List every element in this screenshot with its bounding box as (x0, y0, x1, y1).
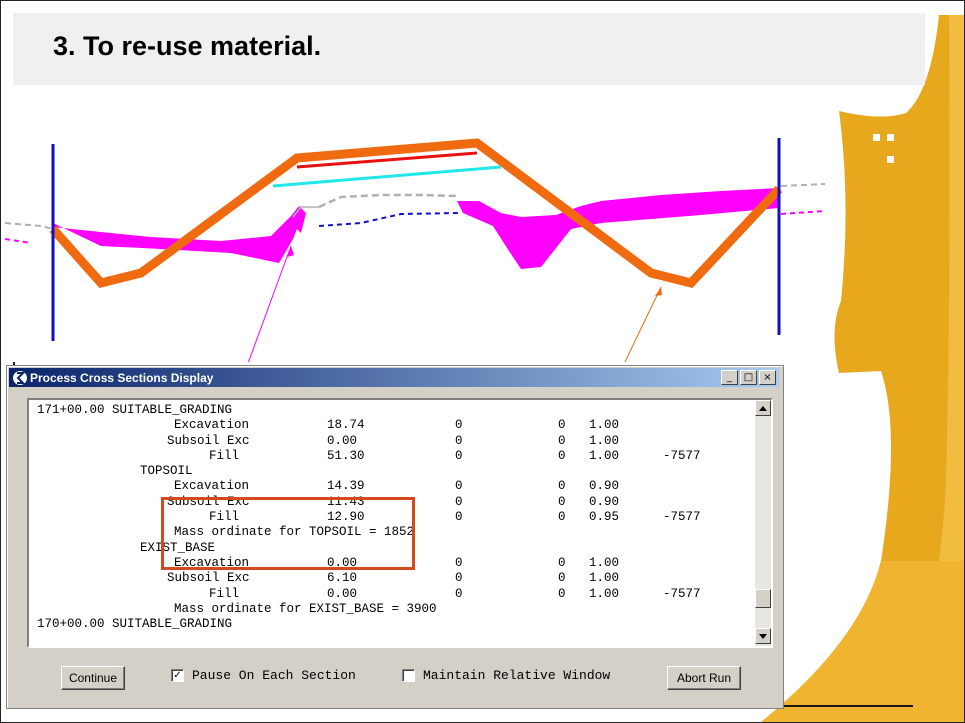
maintain-checkbox-label: Maintain Relative Window (423, 668, 611, 683)
report-cell: 0 (455, 571, 463, 586)
report-cell: 1.00 (589, 448, 620, 463)
report-cell: -7577 (663, 586, 701, 601)
report-cell: 0 (455, 448, 463, 463)
report-cell: 0.00 (327, 586, 358, 601)
maintain-checkbox[interactable]: Maintain Relative Window (402, 668, 610, 683)
report-cell: -7577 (663, 448, 701, 463)
report-cell: 1.00 (589, 433, 620, 448)
report-cell: 18.74 (327, 418, 365, 433)
report-cell: 1.00 (589, 571, 620, 586)
report-cell: 0 (455, 418, 463, 433)
report-cell: 0 (558, 479, 566, 494)
minimize-button[interactable]: _ (721, 370, 738, 385)
report-cell: 0.00 (327, 433, 358, 448)
report-cell: 0 (558, 494, 566, 509)
report-cell: 1.00 (589, 586, 620, 601)
report-cell: 0 (455, 510, 463, 525)
report-cell: 170+00.00 SUITABLE_GRADING (37, 617, 233, 632)
report-cell: 0 (455, 555, 463, 570)
continue-button[interactable]: Continue (61, 666, 125, 690)
report-cell: 51.30 (327, 448, 365, 463)
dialog-button-bar: Continue ✓ Pause On Each Section Maintai… (7, 656, 783, 696)
maximize-button[interactable]: □ (740, 370, 757, 385)
topsoil-highlight-box (161, 497, 415, 570)
report-cell: 0 (455, 433, 463, 448)
report-listbox[interactable]: 171+00.00 SUITABLE_GRADING Excavation 18.7… (27, 398, 773, 648)
report-cell: 0 (455, 494, 463, 509)
report-cell: 1.00 (589, 418, 620, 433)
vertical-scrollbar[interactable] (755, 400, 771, 646)
decorative-dots (873, 134, 905, 170)
pause-checkbox-box[interactable]: ✓ (171, 669, 184, 682)
cross-section-drawing (5, 87, 825, 362)
scroll-up-icon[interactable] (755, 400, 771, 416)
pause-checkbox-label: Pause On Each Section (192, 668, 356, 683)
report-cell: 0 (558, 586, 566, 601)
report-cell: 0.90 (589, 494, 620, 509)
slide-title: 3. To re-use material. (53, 31, 322, 61)
report-cell: Subsoil Exc (167, 433, 250, 448)
report-cell: Fill (209, 586, 240, 601)
scroll-thumb[interactable] (755, 589, 771, 608)
report-cell: 0 (558, 555, 566, 570)
report-cell: 6.10 (327, 571, 358, 586)
maintain-checkbox-box[interactable] (402, 669, 415, 682)
report-cell: 0 (455, 479, 463, 494)
report-cell: 1.00 (589, 555, 620, 570)
report-cell: Subsoil Exc (167, 571, 250, 586)
app-icon (12, 370, 28, 386)
scroll-down-icon[interactable] (755, 628, 771, 644)
report-cell: 0.95 (589, 510, 620, 525)
report-cell: Fill (209, 448, 240, 463)
report-cell: Excavation (174, 418, 250, 433)
pause-checkbox[interactable]: ✓ Pause On Each Section (171, 668, 356, 683)
report-cell: 0 (558, 418, 566, 433)
report-cell: -7577 (663, 510, 701, 525)
report-cell: TOPSOIL (140, 464, 193, 479)
report-cell: 0 (558, 510, 566, 525)
process-cross-sections-dialog: Process Cross Sections Display _ □ × 171… (6, 365, 784, 709)
report-cell: 0 (455, 586, 463, 601)
report-cell: 14.39 (327, 479, 365, 494)
close-button[interactable]: × (759, 370, 776, 385)
report-cell: 171+00.00 SUITABLE_GRADING (37, 403, 233, 417)
report-cell: 0 (558, 448, 566, 463)
abort-run-button[interactable]: Abort Run (667, 666, 741, 690)
dialog-title: Process Cross Sections Display (30, 370, 214, 385)
dialog-titlebar[interactable]: Process Cross Sections Display _ □ × (9, 368, 779, 387)
report-cell: Excavation (174, 479, 250, 494)
slide: 3. To re-use material. Process Cross Sec… (0, 0, 965, 723)
report-cell: 0 (558, 571, 566, 586)
report-cell: 0 (558, 433, 566, 448)
report-cell: Mass ordinate for EXIST_BASE = 3900 (174, 601, 437, 616)
report-cell: 0.90 (589, 479, 620, 494)
